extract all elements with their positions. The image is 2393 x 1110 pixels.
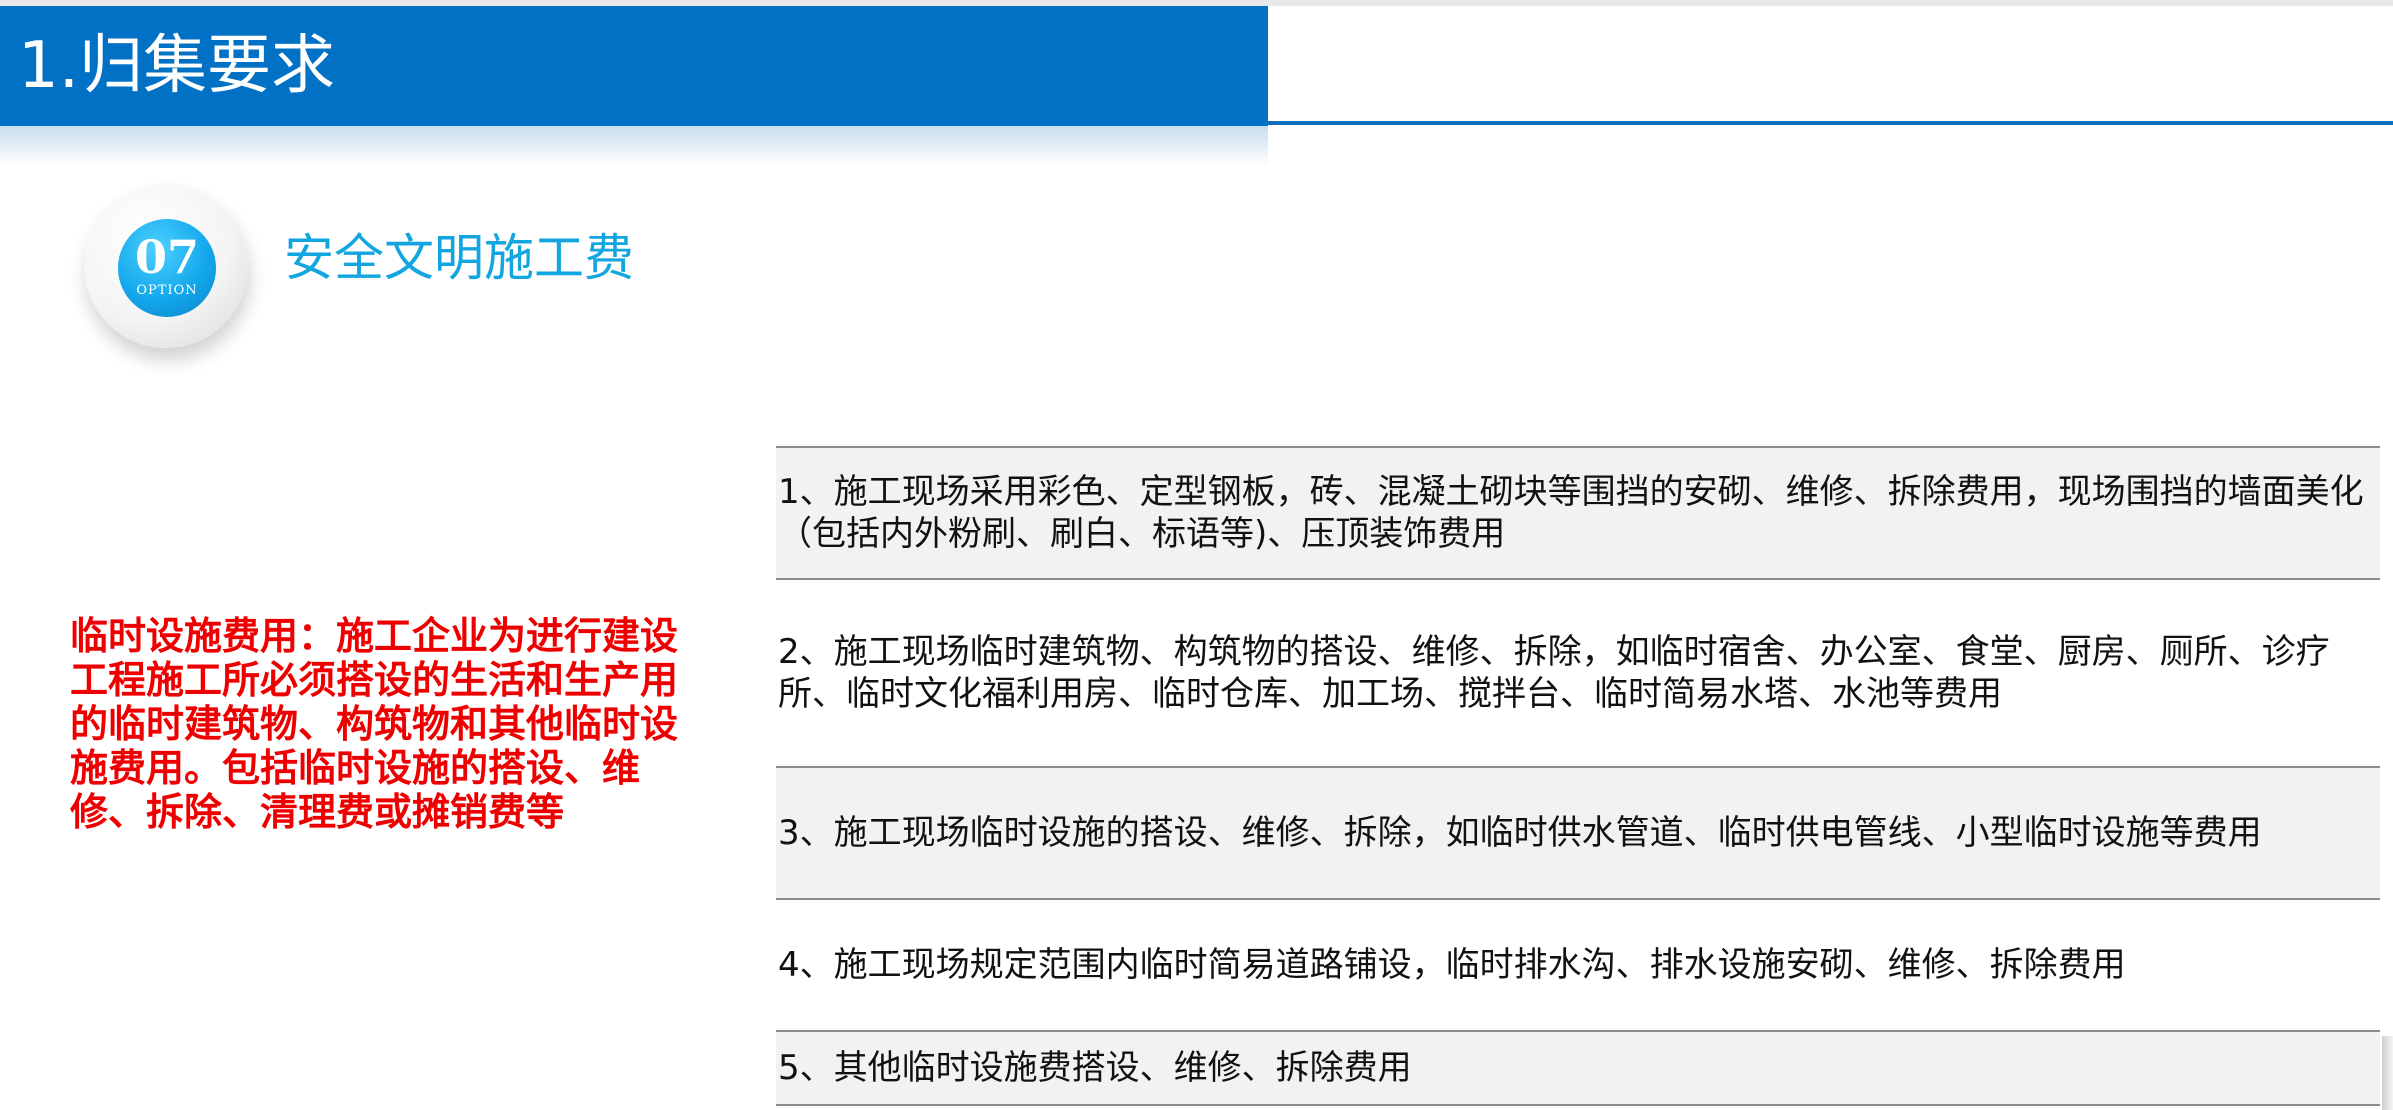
header-shadow: [0, 126, 1268, 166]
header-bar: 1.归集要求: [0, 6, 1268, 126]
list-item-text: 5、其他临时设施费搭设、维修、拆除费用: [778, 1048, 1412, 1088]
list-item-text: 2、施工现场临时建筑物、构筑物的搭设、维修、拆除，如临时宿舍、办公室、食堂、厨房…: [778, 632, 2330, 714]
option-badge-label: OPTION: [136, 283, 198, 298]
option-badge-circle-icon: 07 OPTION: [118, 219, 216, 317]
list-item: 5、其他临时设施费搭设、维修、拆除费用: [776, 1032, 2380, 1106]
option-badge-number: 07: [134, 230, 199, 284]
list-item-text: 1、施工现场采用彩色、定型钢板，砖、混凝土砌块等围挡的安砌、维修、拆除费用，现场…: [778, 472, 2364, 554]
list-item-text: 3、施工现场临时设施的搭设、维修、拆除，如临时供水管道、临时供电管线、小型临时设…: [778, 813, 2262, 853]
fee-item-list: 1、施工现场采用彩色、定型钢板，砖、混凝土砌块等围挡的安砌、维修、拆除费用，现场…: [776, 446, 2380, 1106]
list-item: 1、施工现场采用彩色、定型钢板，砖、混凝土砌块等围挡的安砌、维修、拆除费用，现场…: [776, 448, 2380, 580]
list-item: 2、施工现场临时建筑物、构筑物的搭设、维修、拆除，如临时宿舍、办公室、食堂、厨房…: [776, 580, 2380, 768]
option-badge: 07 OPTION: [84, 184, 248, 348]
scrollbar-edge[interactable]: [2382, 1036, 2393, 1110]
list-item-text: 4、施工现场规定范围内临时简易道路铺设，临时排水沟、排水设施安砌、维修、拆除费用: [778, 945, 2126, 985]
list-item: 4、施工现场规定范围内临时简易道路铺设，临时排水沟、排水设施安砌、维修、拆除费用: [776, 900, 2380, 1032]
page-title: 1.归集要求: [18, 29, 336, 103]
section-title: 安全文明施工费: [284, 229, 634, 287]
header-divider-line: [1268, 121, 2393, 125]
definition-text: 临时设施费用：施工企业为进行建设工程施工所必须搭设的生活和生产用的临时建筑物、构…: [70, 614, 679, 834]
list-item: 3、施工现场临时设施的搭设、维修、拆除，如临时供水管道、临时供电管线、小型临时设…: [776, 768, 2380, 900]
